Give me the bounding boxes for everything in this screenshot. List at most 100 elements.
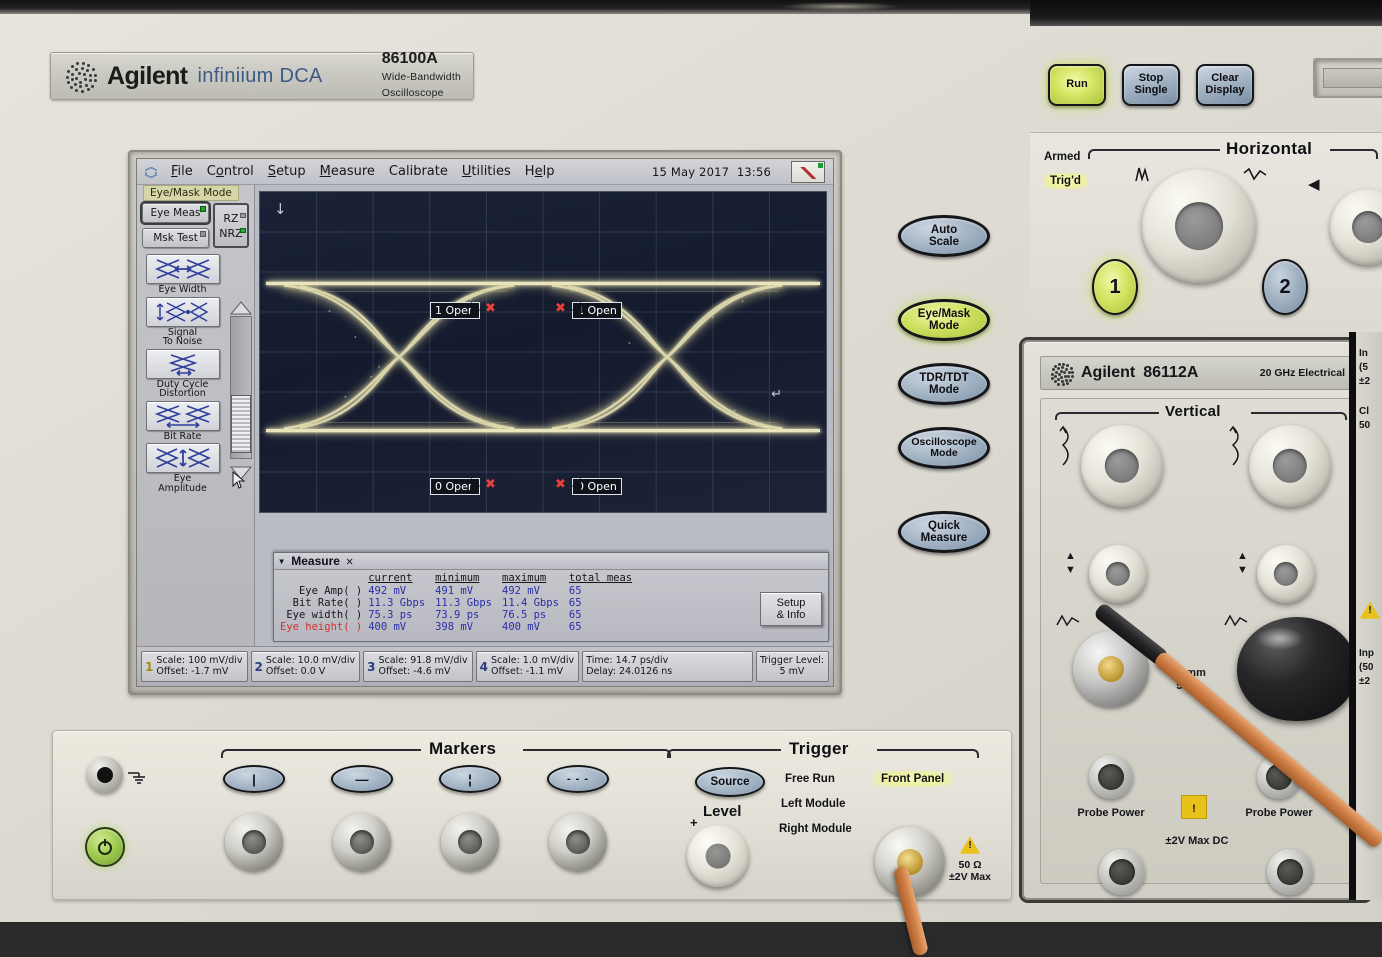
trigger-level-plus-icon: +: [690, 815, 698, 830]
marker-knob-1[interactable]: [225, 813, 283, 871]
instrument-front-panel: Agilent infiniium DCA 86100A Wide-Bandwi…: [0, 0, 1382, 957]
row-label-eye-amp: Eye Amp( ): [298, 585, 363, 597]
stop-single-button[interactable]: Stop Single: [1122, 64, 1180, 106]
power-button[interactable]: [85, 827, 125, 867]
clear-display-button[interactable]: Clear Display: [1196, 64, 1254, 106]
eye-height-current: 400 mV: [368, 621, 407, 633]
trigger-connector-spec: 50 Ω ±2V Max: [949, 859, 991, 884]
right-edge-text-8: ±2: [1359, 676, 1371, 687]
horizontal-position-knob[interactable]: [1330, 189, 1382, 265]
trigger-level-status[interactable]: Trigger Level: 5 mV: [755, 651, 829, 682]
channel-4-status[interactable]: 4 Scale: 1.0 mV/div Offset: -1.1 mV: [475, 651, 580, 682]
scroll-up-icon[interactable]: [229, 300, 253, 315]
channel-status-bar: 1 Scale: 100 mV/div Offset: -1.7 mV 2 Sc…: [137, 646, 833, 686]
table-row[interactable]: Bit Rate( ) 11.3 Gbps 11.3 Gbps 11.4 Gbp…: [280, 597, 642, 609]
trigger-source-button[interactable]: Source: [695, 767, 765, 797]
ground-jack[interactable]: [87, 757, 123, 793]
msk-test-button[interactable]: Msk Test: [142, 228, 209, 248]
marker-button-1[interactable]: |: [223, 765, 285, 793]
vertical-offset-knob-right[interactable]: [1257, 545, 1315, 603]
nrz-option[interactable]: NRZ: [215, 227, 247, 240]
trigger-level-knob[interactable]: [687, 825, 749, 887]
floppy-drive-slot[interactable]: [1313, 58, 1382, 98]
marker-button-3[interactable]: ¦: [439, 765, 501, 793]
probe-power-connector-left[interactable]: [1089, 755, 1133, 799]
stop-single-label: Stop Single: [1134, 72, 1168, 96]
eye-mask-mode-button[interactable]: Eye/Mask Mode: [898, 299, 990, 341]
channel-3-status[interactable]: 3 Scale: 91.8 mV/div Offset: -4.6 mV: [363, 651, 473, 682]
menu-item-measure[interactable]: Measure: [320, 164, 375, 179]
vertical-scale-knob-left[interactable]: [1081, 425, 1163, 507]
marker-button-4[interactable]: - - -: [547, 765, 609, 793]
signal-to-noise-label: Signal To Noise: [162, 326, 203, 347]
measurement-buttons: Eye Width Signal To Noise Duty Cycle Dis…: [137, 248, 228, 493]
table-row[interactable]: Eye height( ) 400 mV 398 mV 400 mV 65: [280, 621, 642, 633]
eye-width-maximum: 76.5 ps: [502, 609, 547, 621]
eye-amplitude-icon: [145, 443, 220, 473]
marker-knob-4[interactable]: [549, 813, 607, 871]
trigger-source-label: Source: [710, 776, 750, 788]
channel-1-status[interactable]: 1 Scale: 100 mV/div Offset: -1.7 mV: [141, 651, 248, 682]
timebase-status[interactable]: Time: 14.7 ps/div Delay: 24.0126 ns: [582, 651, 753, 682]
trigger-level-value: 5 mV: [779, 665, 805, 677]
menu-item-calibrate[interactable]: Calibrate: [389, 164, 448, 179]
module-brand: Agilent: [1081, 364, 1136, 381]
marker-knob-3[interactable]: [441, 813, 499, 871]
channel-2-button[interactable]: 2: [1262, 259, 1308, 315]
trigger-level-values: Trigger Level: 5 mV: [760, 655, 824, 678]
eye-meas-button[interactable]: Eye Meas: [140, 201, 211, 225]
aux-connector-right[interactable]: [1267, 849, 1313, 895]
menu-item-file[interactable]: FFileile: [171, 164, 193, 179]
input-connector-cap-channel-2[interactable]: [1237, 617, 1357, 721]
auto-scale-button[interactable]: Auto Scale: [898, 215, 990, 257]
marker-3-glyph-icon: ¦: [468, 771, 472, 787]
measure-eye-amplitude[interactable]: Eye Amplitude: [142, 443, 223, 493]
tdr-tdt-mode-button[interactable]: TDR/TDT Mode: [898, 363, 990, 405]
marker-knob-2[interactable]: [333, 813, 391, 871]
scroll-thumb[interactable]: [231, 395, 251, 453]
collapse-chevron-icon[interactable]: ▾: [278, 554, 285, 568]
vertical-scale-knob-right[interactable]: [1249, 425, 1331, 507]
eye-diagram-plot[interactable]: ↓ ↵ 1 Open ✖ 1 Open ✖ 0 Open ✖ 0 Open ✖: [259, 191, 827, 513]
vertical-offset-knob-left[interactable]: [1089, 545, 1147, 603]
measure-signal-to-noise[interactable]: Signal To Noise: [142, 296, 223, 347]
measure-eye-width[interactable]: Eye Width: [142, 254, 223, 295]
close-icon[interactable]: ✕: [346, 554, 353, 568]
aux-connector-left[interactable]: [1099, 849, 1145, 895]
channel-2-status[interactable]: 2 Scale: 10.0 mV/div Offset: 0.0 V: [250, 651, 361, 682]
measure-results-table: current minimum maximum total meas Eye A…: [274, 570, 828, 633]
table-row[interactable]: Eye width( ) 75.3 ps 73.9 ps 76.5 ps 65: [280, 609, 642, 621]
menu-item-utilities[interactable]: Utilities: [462, 164, 511, 179]
signal-to-noise-icon: [145, 296, 220, 327]
table-row[interactable]: Eye Amp( ) 492 mV 491 mV 492 mV 65: [280, 585, 642, 597]
signal-type-toggle[interactable]: RZ NRZ: [213, 203, 249, 248]
rz-option[interactable]: RZ: [215, 212, 247, 225]
menu-item-help[interactable]: Help: [525, 164, 555, 179]
channel-1-values: Scale: 100 mV/div Offset: -1.7 mV: [156, 655, 242, 678]
eye-width-minimum: 73.9 ps: [435, 609, 480, 621]
horizontal-scale-icon: [1134, 165, 1156, 188]
channel-2-scale: Scale: 10.0 mV/div: [265, 654, 356, 666]
oscilloscope-mode-button[interactable]: Oscilloscope Mode: [898, 427, 990, 469]
bit-rate-maximum: 11.4 Gbps: [502, 597, 559, 609]
mouse-cursor-icon: [232, 470, 246, 489]
waveform-capture-icon[interactable]: [791, 160, 825, 183]
setup-and-info-button[interactable]: Setup & Info: [760, 592, 822, 626]
horizontal-position-icon: [1242, 165, 1268, 188]
quick-measure-button[interactable]: Quick Measure: [898, 511, 990, 553]
menu-item-setup[interactable]: Setup: [268, 164, 306, 179]
sidebar-scrollbar[interactable]: [228, 248, 254, 493]
run-button[interactable]: Run: [1048, 64, 1106, 106]
measure-duty-cycle-distortion[interactable]: Duty Cycle Distortion: [142, 348, 223, 399]
marker-button-2[interactable]: —: [331, 765, 393, 793]
trigger-bracket-right: [877, 749, 979, 758]
model-desc-2: Oscilloscope: [381, 87, 444, 100]
menu-item-control[interactable]: Control: [207, 164, 254, 179]
eye-height-total: 65: [568, 621, 582, 633]
measure-bit-rate[interactable]: Bit Rate: [142, 400, 223, 442]
horizontal-bracket-left: [1088, 149, 1220, 159]
offset-up-down-icon-right: ▲ ▼: [1237, 550, 1248, 577]
channel-1-button[interactable]: 1: [1092, 259, 1138, 315]
system-datetime: 15 May 2017 13:56: [651, 164, 771, 179]
horizontal-scale-knob[interactable]: [1142, 169, 1256, 283]
